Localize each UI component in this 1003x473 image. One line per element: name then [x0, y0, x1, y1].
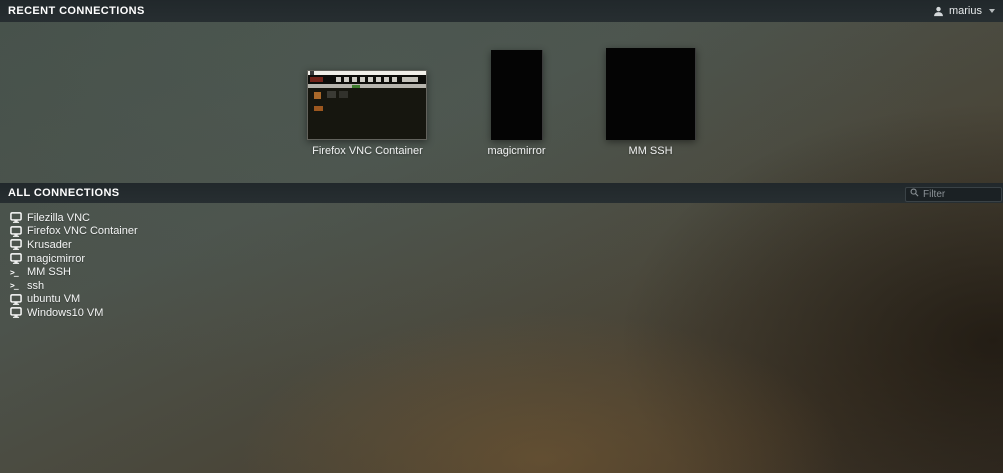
terminal-icon: >_ [10, 281, 18, 290]
connection-thumbnail[interactable] [606, 48, 696, 140]
connection-row[interactable]: Firefox VNC Container [10, 225, 150, 239]
top-bar: RECENT CONNECTIONS marius [0, 0, 1003, 22]
connection-name: ubuntu VM [27, 293, 80, 305]
recent-connections-section: Firefox VNC Container magicmirror MM SSH [0, 22, 1003, 183]
monitor-icon [10, 239, 26, 250]
filter-box [905, 184, 1002, 202]
terminal-icon: >_ [10, 268, 26, 277]
recent-connection[interactable]: MM SSH [606, 48, 696, 157]
connection-row[interactable]: magicmirror [10, 252, 97, 266]
user-icon [933, 6, 944, 17]
connection-name: Windows10 VM [27, 307, 103, 319]
all-connections-bar: ALL CONNECTIONS [0, 183, 1003, 203]
connection-name: Firefox VNC Container [27, 225, 138, 237]
connection-thumbnail[interactable] [491, 50, 543, 140]
filter-input[interactable] [905, 187, 1002, 202]
connection-row[interactable]: Krusader [10, 238, 84, 252]
connection-name: Krusader [27, 239, 72, 251]
connection-name: MM SSH [27, 266, 71, 278]
connection-name: ssh [27, 280, 44, 292]
user-name: marius [949, 5, 982, 17]
connection-name: magicmirror [27, 253, 85, 265]
monitor-icon [10, 226, 26, 237]
connection-row[interactable]: >_ MM SSH [10, 265, 83, 279]
connection-list: Filezilla VNCFirefox VNC Container Krusad… [0, 203, 1003, 320]
recent-connection-label: Firefox VNC Container [312, 145, 423, 157]
recent-connection-label: MM SSH [629, 145, 673, 157]
monitor-icon [10, 212, 26, 223]
recent-connection-label: magicmirror [487, 145, 545, 157]
monitor-icon [10, 253, 26, 264]
recent-connection[interactable]: Firefox VNC Container [307, 70, 427, 157]
connection-row[interactable]: Windows10 VM [10, 306, 115, 320]
monitor-icon [10, 307, 26, 318]
monitor-icon [10, 294, 26, 305]
connection-row[interactable]: ubuntu VM [10, 293, 92, 307]
connection-thumbnail[interactable] [307, 70, 427, 140]
user-menu[interactable]: marius [933, 5, 995, 17]
terminal-icon: >_ [10, 268, 18, 277]
chevron-down-icon [989, 9, 995, 13]
all-connections-title: ALL CONNECTIONS [8, 187, 120, 199]
guacamole-home: { "header": { "title": "RECENT CONNECTIO… [0, 0, 1003, 473]
page-title: RECENT CONNECTIONS [8, 5, 145, 17]
connection-row[interactable]: >_ ssh [10, 279, 56, 293]
connection-name: Filezilla VNC [27, 212, 90, 224]
recent-connection[interactable]: magicmirror [487, 50, 545, 157]
terminal-icon: >_ [10, 281, 26, 290]
connection-row[interactable]: Filezilla VNC [10, 211, 102, 225]
